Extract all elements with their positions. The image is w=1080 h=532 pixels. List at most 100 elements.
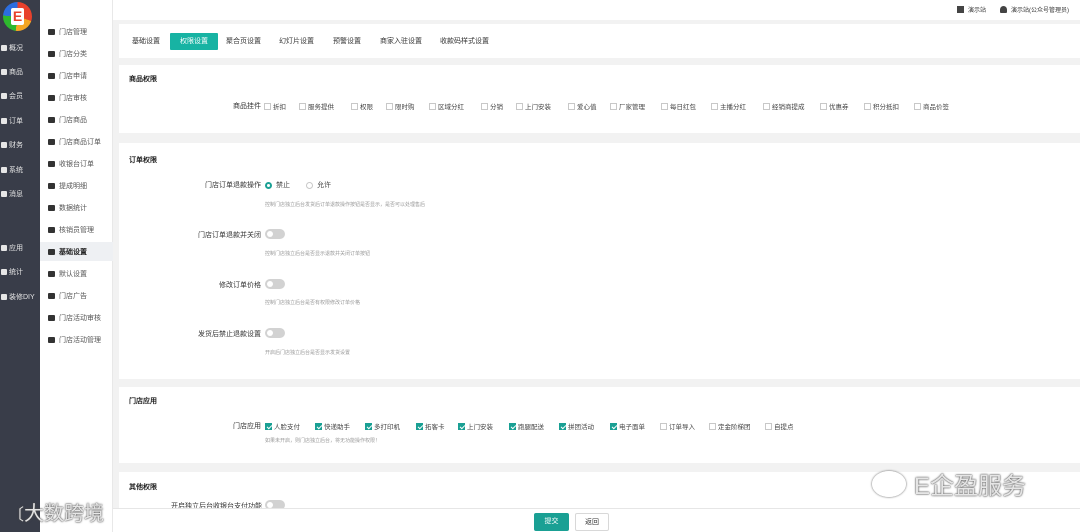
rail-item-overview[interactable]: 概况: [0, 40, 40, 56]
checkbox-home-install[interactable]: 上门安装: [516, 101, 551, 111]
user-icon: [48, 226, 55, 233]
submenu-item-store-apply[interactable]: 门店申请: [40, 66, 113, 85]
app-logo[interactable]: E: [3, 2, 32, 31]
submenu-item-data-stats[interactable]: 数据统计: [40, 198, 113, 217]
checkbox-promo-card[interactable]: 拓客卡: [416, 421, 445, 431]
checkbox-coupon[interactable]: 优惠券: [820, 101, 849, 111]
submit-button[interactable]: 提交: [534, 513, 569, 531]
checkbox-daily-redpacket[interactable]: 每日红包: [661, 101, 696, 111]
section-title: 其他权限: [129, 484, 157, 491]
submenu-item-default-settings[interactable]: 默认设置: [40, 264, 113, 283]
card-icon: [48, 314, 55, 321]
checkbox-points-deduct[interactable]: 积分抵扣: [864, 101, 899, 111]
checkbox-box: [315, 422, 322, 430]
field-label: 门店应用: [233, 423, 261, 430]
tab-warning[interactable]: 预警设置: [323, 33, 371, 50]
app-window: E 概况 商品 会员 订单 财务 系统 消息 应用 统计 装修DIY 门店管理 …: [0, 0, 1080, 532]
toggle-edit-price[interactable]: [265, 279, 285, 289]
submenu-item-activity-review[interactable]: 门店活动审核: [40, 308, 113, 327]
rail-item-messages[interactable]: 消息: [0, 186, 40, 202]
submenu-item-cashier-orders[interactable]: 收银台订单: [40, 154, 113, 173]
checkbox-e-waybill[interactable]: 电子面单: [610, 421, 645, 431]
tab-basic[interactable]: 基础设置: [122, 33, 170, 50]
submenu-item-verifier[interactable]: 核销员管理: [40, 220, 113, 239]
checkbox-discount[interactable]: 折扣: [264, 101, 286, 111]
checkbox-distribution[interactable]: 分销: [481, 101, 503, 111]
site-switch[interactable]: 演示站: [957, 5, 986, 14]
checkbox-flash-sale[interactable]: 限时购: [386, 101, 415, 111]
chat-icon: [1, 191, 7, 197]
checkbox-box: [709, 422, 716, 430]
rail-item-system[interactable]: 系统: [0, 162, 40, 178]
checkbox-service[interactable]: 服务提供: [299, 101, 334, 111]
checkbox-errand-delivery[interactable]: 跑腿配送: [509, 421, 544, 431]
submenu-item-store-review[interactable]: 门店审核: [40, 88, 113, 107]
rail-item-members[interactable]: 会员: [0, 88, 40, 104]
back-button[interactable]: 返回: [575, 513, 609, 531]
checkbox-home-install[interactable]: 上门安装: [458, 421, 493, 431]
submenu-item-commission[interactable]: 提成明细: [40, 176, 113, 195]
submenu-item-store-ads[interactable]: 门店广告: [40, 286, 113, 305]
rail-item-stats[interactable]: 统计: [0, 264, 40, 280]
checkbox-dealer-commission[interactable]: 经销商提成: [763, 101, 805, 111]
watermark-right: E企盈服务: [872, 466, 1026, 501]
tab-aggregate-page[interactable]: 聚合页设置: [216, 33, 271, 50]
checkbox-price-tag[interactable]: 商品价签: [914, 101, 949, 111]
logo-letter: E: [11, 8, 24, 25]
card-icon: [48, 292, 55, 299]
radio-forbid[interactable]: 禁止: [265, 180, 290, 190]
checkbox-factory[interactable]: 厂家管理: [610, 101, 645, 111]
field-label: 门店订单退款并关闭: [198, 232, 261, 239]
folder-icon: [48, 72, 55, 79]
toggle-refund-close[interactable]: [265, 229, 285, 239]
tab-qr-style[interactable]: 收款码样式设置: [430, 33, 499, 50]
bar-chart-icon: [48, 204, 55, 211]
user-icon: [1000, 6, 1007, 13]
help-text: 控制门店独立后台是否显示退款并关闭订单按钮: [265, 251, 371, 257]
radio-allow[interactable]: 允许: [306, 180, 331, 190]
checkbox-face-pay[interactable]: 人脸支付: [265, 421, 300, 431]
submenu-item-store-goods[interactable]: 门店商品: [40, 110, 113, 129]
checkbox-love-value[interactable]: 爱心值: [568, 101, 597, 111]
gear-icon: [1, 167, 7, 173]
checkbox-box: [299, 102, 306, 110]
submenu-item-store-category[interactable]: 门店分类: [40, 44, 113, 63]
checkbox-box: [711, 102, 718, 110]
tab-merchant-entry[interactable]: 商家入驻设置: [370, 33, 432, 50]
submenu-item-activity-manage[interactable]: 门店活动管理: [40, 330, 113, 349]
main-nav-rail: E 概况 商品 会员 订单 财务 系统 消息 应用 统计 装修DIY: [0, 0, 40, 532]
checkbox-region-bonus[interactable]: 区域分红: [429, 101, 464, 111]
rail-item-orders[interactable]: 订单: [0, 113, 40, 129]
checkbox-multi-printer[interactable]: 多打印机: [365, 421, 400, 431]
checkbox-anchor-bonus[interactable]: 主播分红: [711, 101, 746, 111]
rail-item-apps[interactable]: 应用: [0, 240, 40, 256]
rail-item-goods[interactable]: 商品: [0, 64, 40, 80]
rail-item-decorate[interactable]: 装修DIY: [0, 289, 40, 305]
submenu-item-store-manage[interactable]: 门店管理: [40, 22, 113, 41]
edit-icon: [48, 160, 55, 167]
toggle-ship-no-refund[interactable]: [265, 328, 285, 338]
tab-permissions[interactable]: 权限设置: [170, 33, 218, 50]
bottom-action-bar: 提交 返回: [113, 508, 1080, 532]
submenu-item-store-goods-orders[interactable]: 门店商品订单: [40, 132, 113, 151]
checkbox-deposit-group[interactable]: 定金阶梯团: [709, 421, 751, 431]
checkbox-box: [820, 102, 827, 110]
checkbox-box: [416, 422, 423, 430]
rail-item-finance[interactable]: 财务: [0, 137, 40, 153]
submenu-item-basic-settings[interactable]: 基础设置: [40, 242, 113, 261]
checkbox-box: [559, 422, 566, 430]
section-title: 门店应用: [129, 398, 157, 405]
checkbox-express-helper[interactable]: 快递助手: [315, 421, 350, 431]
checkbox-pickup-point[interactable]: 自提点: [765, 421, 794, 431]
field-label: 商品挂件: [233, 103, 261, 110]
gear-icon: [48, 270, 55, 277]
tab-slides[interactable]: 幻灯片设置: [269, 33, 324, 50]
order-permission-panel: 订单权限 门店订单退款操作 禁止 允许 控制门店独立后台发货后订单退款操作按钮是…: [119, 143, 1080, 379]
checkbox-order-import[interactable]: 订单导入: [660, 421, 695, 431]
bag-icon: [48, 116, 55, 123]
checkbox-group-buy[interactable]: 拼团活动: [559, 421, 594, 431]
user-menu[interactable]: 演示站(公众号管理员): [1000, 5, 1069, 14]
checkbox-box: [763, 102, 770, 110]
checkbox-permission[interactable]: 权限: [351, 101, 373, 111]
radio-dot: [265, 181, 272, 189]
